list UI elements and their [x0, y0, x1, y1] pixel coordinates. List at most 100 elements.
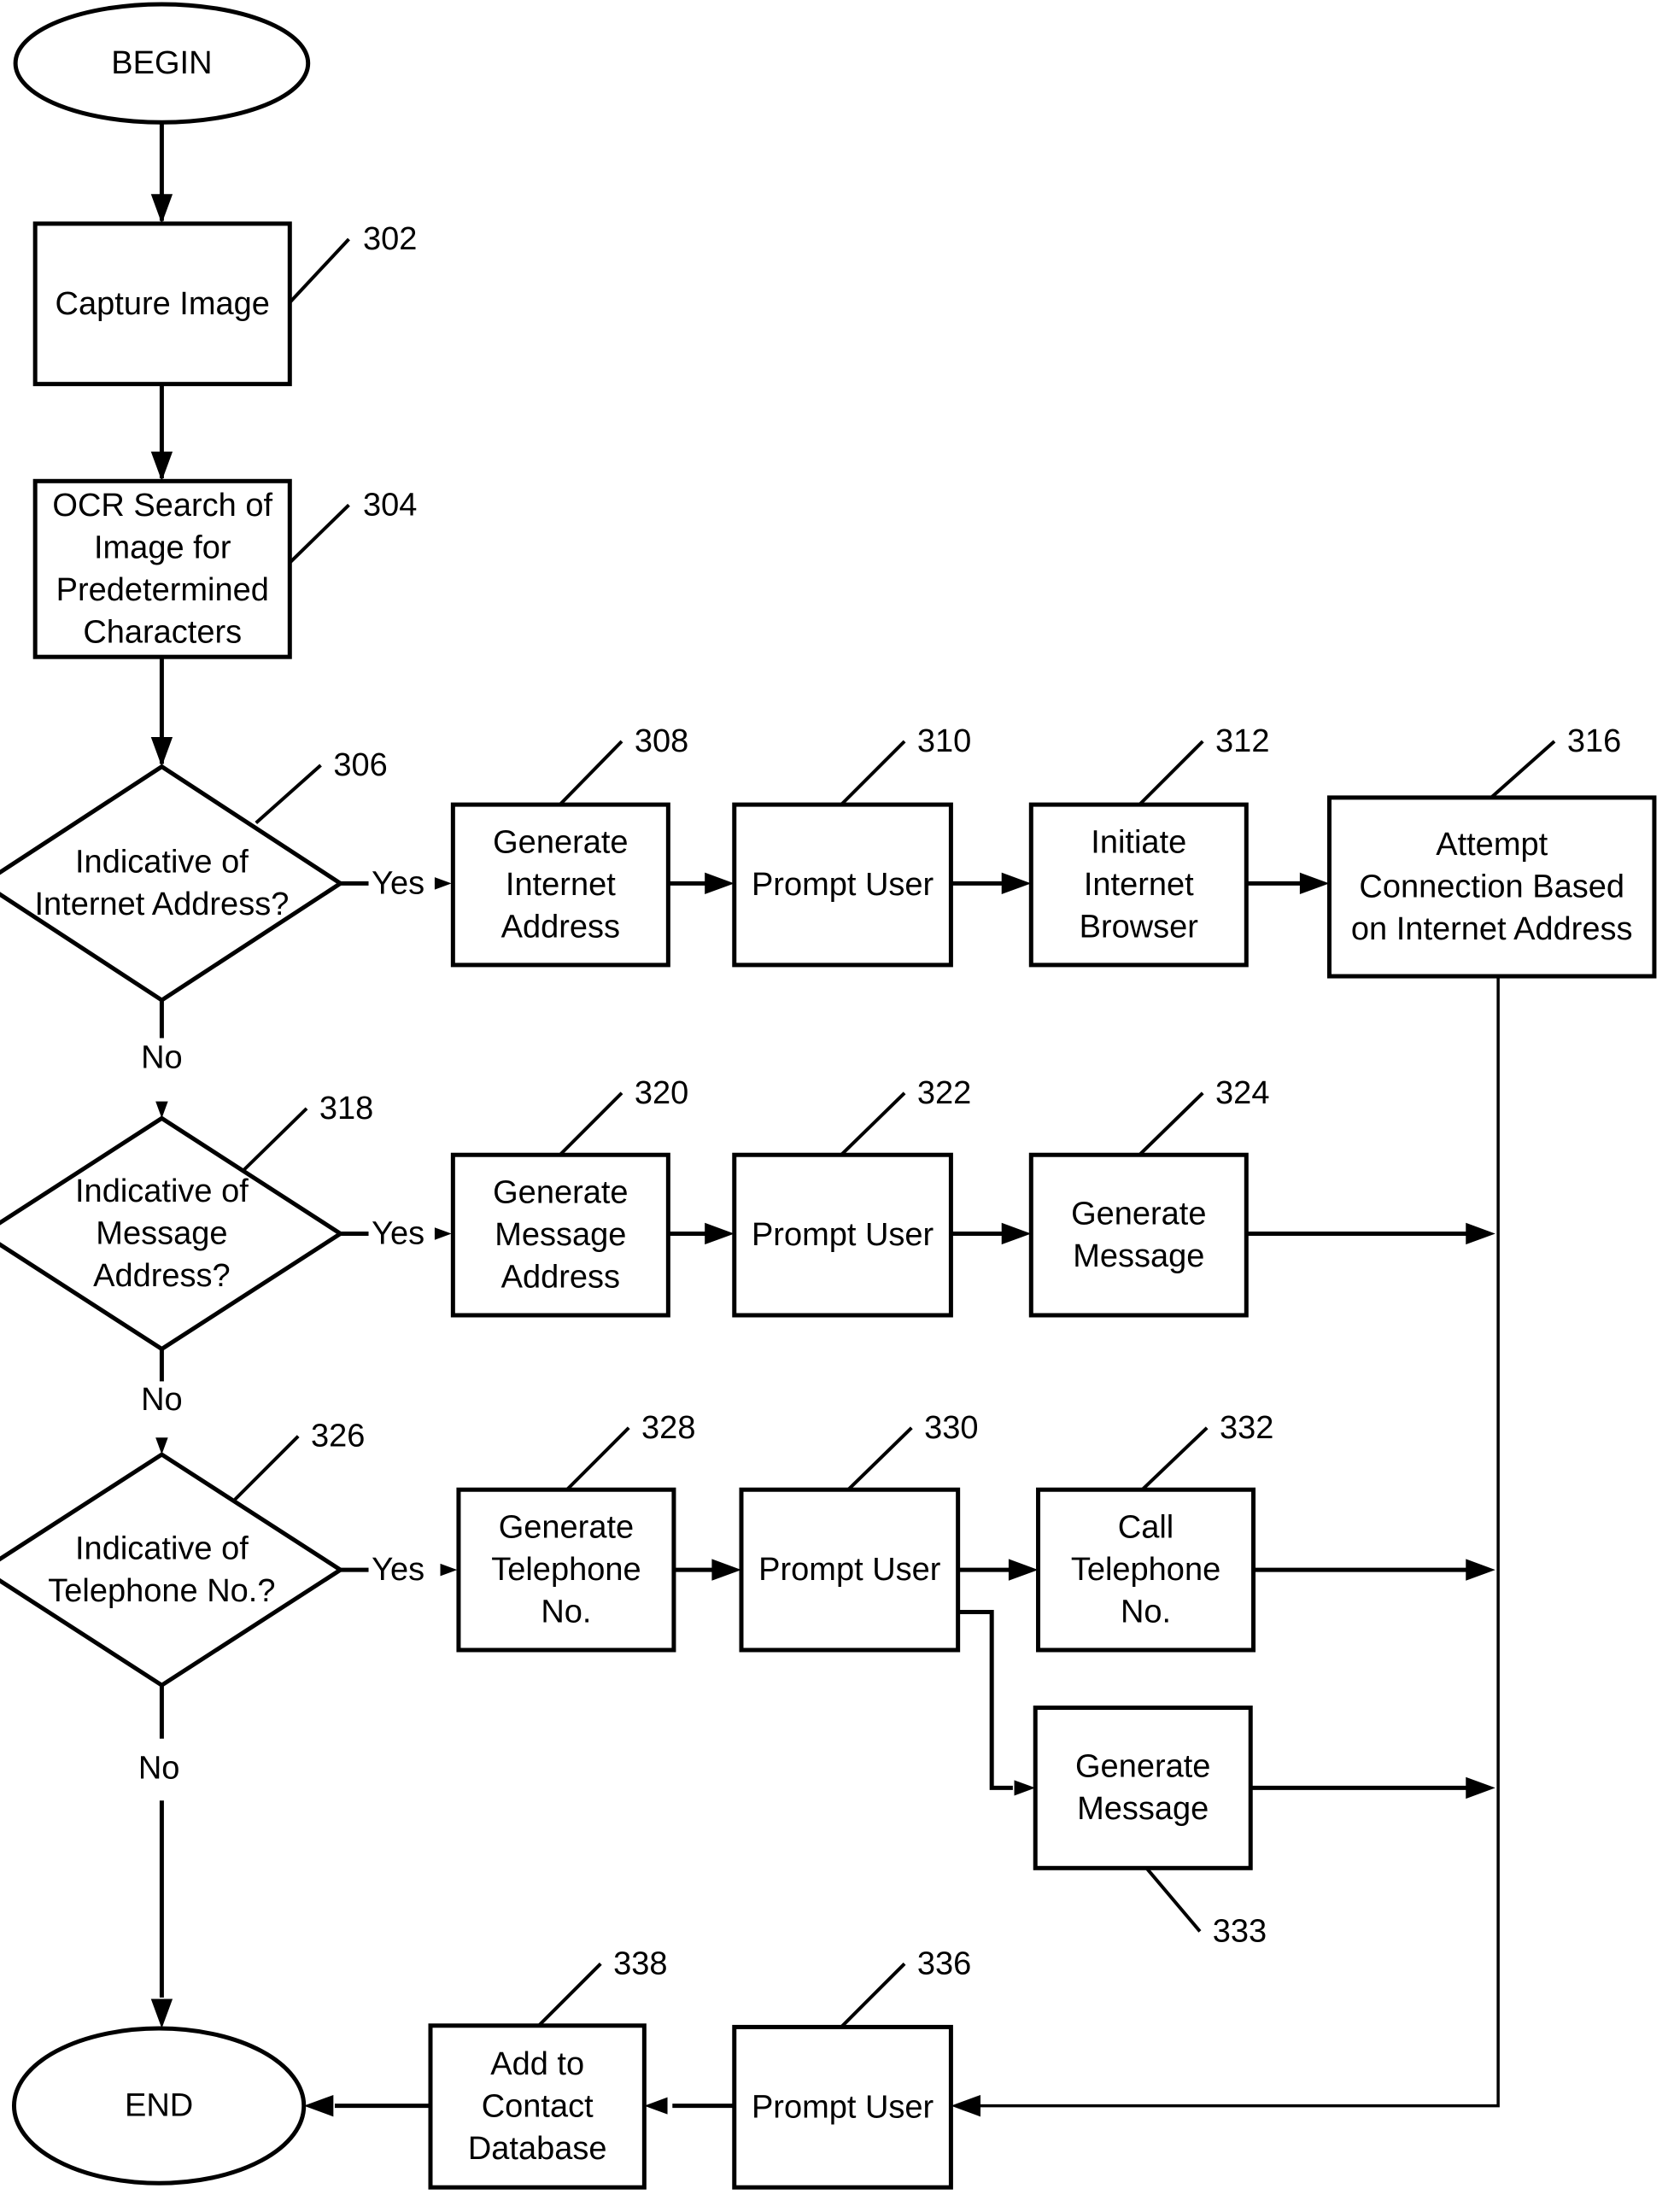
leader-line: [846, 1426, 913, 1491]
node-label: Initiate: [1091, 825, 1186, 861]
arrowhead: [150, 451, 173, 482]
arrowhead: [951, 2094, 980, 2117]
leader-line: [840, 740, 906, 806]
node-label: Address?: [93, 1258, 231, 1294]
leader-line: [288, 237, 350, 304]
node-n310: Prompt User 310: [732, 723, 971, 968]
node-label: Add to: [490, 2046, 584, 2082]
node-end: END: [11, 2026, 307, 2186]
reference-numeral: 322: [917, 1075, 971, 1111]
reference-numeral: 310: [917, 723, 971, 759]
leader-line: [1144, 1867, 1202, 1933]
node-n302: Capture Image 302: [32, 221, 417, 387]
node-label: Message: [96, 1215, 227, 1251]
nodes-layer: BEGIN Capture Image 302 OCR Search of Image …: [0, 2, 1657, 2190]
node-n332: Call Telephone No. 332: [1036, 1410, 1273, 1653]
edge-label-yes: Yes: [372, 865, 424, 901]
leader-line: [537, 1962, 602, 2028]
node-label: Predetermined: [56, 572, 269, 608]
arrowhead: [1466, 1776, 1495, 1799]
node-label: Address: [501, 909, 620, 945]
node-n336: Prompt User 336: [732, 1946, 971, 2190]
arrowhead: [1299, 872, 1330, 895]
node-n324: Generate Message 324: [1028, 1075, 1269, 1318]
leader-line: [1138, 740, 1204, 806]
node-n322: Prompt User 322: [732, 1075, 971, 1318]
reference-numeral: 328: [641, 1410, 695, 1446]
arrowhead: [705, 1222, 735, 1245]
flowchart: BEGIN Capture Image 302 OCR Search of Image …: [0, 2, 1657, 2190]
node-label: Call: [1118, 1510, 1174, 1546]
node-label: Address: [501, 1260, 620, 1296]
arrowhead: [711, 1559, 741, 1581]
node-label: Characters: [83, 614, 242, 650]
process-box: [1033, 1706, 1253, 1870]
arrowhead: [150, 194, 173, 224]
node-label: Generate: [1071, 1196, 1206, 1232]
node-label: Internet: [1084, 867, 1194, 903]
node-n306: Indicative of Internet Address? 306: [0, 747, 388, 1004]
arrowhead: [1001, 872, 1032, 895]
node-label: No.: [1121, 1595, 1171, 1630]
node-label: Message: [1073, 1238, 1204, 1274]
arrowhead: [440, 1563, 458, 1577]
process-box: [1028, 1152, 1249, 1318]
node-n304: OCR Search of Image for Predetermined Chara…: [32, 478, 417, 659]
reference-numeral: 324: [1215, 1075, 1269, 1111]
leader-line: [1490, 740, 1556, 799]
leader-line: [565, 1426, 630, 1491]
edge-label-yes: Yes: [372, 1552, 424, 1588]
reference-numeral: 312: [1215, 723, 1269, 759]
node-label: Attempt: [1436, 827, 1548, 863]
node-n326: Indicative of Telephone No.? 326: [0, 1419, 365, 1688]
node-label: No.: [541, 1595, 591, 1630]
decision-diamond: [0, 764, 345, 1004]
leader-line: [1138, 1091, 1204, 1156]
reference-numeral: 326: [311, 1419, 365, 1454]
node-n312: Initiate Internet Browser 312: [1028, 723, 1269, 968]
leader-line: [840, 1091, 906, 1156]
reference-numeral: 304: [363, 487, 417, 523]
arrowhead: [150, 737, 173, 767]
node-label: Generate: [493, 825, 628, 861]
reference-numeral: 308: [635, 723, 688, 759]
arrowhead: [644, 2097, 668, 2115]
leader-line: [840, 1962, 906, 2028]
node-n338: Add to Contact Database 338: [428, 1946, 668, 2190]
edge-label-yes: Yes: [372, 1215, 424, 1251]
reference-numeral: 316: [1567, 723, 1621, 759]
node-n316: Attempt Connection Based on Internet Addre…: [1326, 723, 1657, 979]
node-label: Prompt User: [752, 2089, 934, 2125]
node-label: Internet Address?: [34, 887, 289, 922]
leader-line: [240, 1107, 308, 1173]
node-label: BEGIN: [111, 45, 212, 81]
node-label: Prompt User: [752, 867, 934, 903]
arrowhead: [1466, 1222, 1495, 1245]
node-label: Connection Based: [1359, 869, 1624, 904]
arrowhead: [1001, 1222, 1032, 1245]
node-n333: Generate Message 333: [1033, 1706, 1267, 1949]
reference-numeral: 338: [613, 1946, 667, 1981]
reference-numeral: 332: [1220, 1410, 1273, 1446]
node-label: Generate: [493, 1175, 628, 1211]
node-label: Contact: [482, 2088, 594, 2124]
node-label: Message: [1077, 1791, 1209, 1827]
arrowhead: [150, 1998, 173, 2029]
reference-numeral: 320: [635, 1075, 688, 1111]
arrowhead: [1008, 1559, 1039, 1581]
edge-label-no: No: [141, 1382, 183, 1418]
arrowhead: [1466, 1559, 1495, 1581]
node-label: END: [125, 2088, 193, 2124]
arrowhead: [434, 1227, 452, 1240]
node-label: Generate: [499, 1510, 634, 1546]
node-label: Database: [468, 2131, 607, 2167]
arrowhead: [1014, 1780, 1036, 1796]
leader-line: [233, 1435, 300, 1501]
node-n308: Generate Internet Address 308: [450, 723, 688, 968]
arrowhead: [434, 877, 452, 890]
edge-label-no: No: [141, 1040, 183, 1076]
node-n330: Prompt User 330: [739, 1410, 979, 1653]
reference-numeral: 318: [319, 1091, 373, 1126]
decision-diamond: [0, 1452, 345, 1688]
node-label: Prompt User: [758, 1552, 941, 1588]
